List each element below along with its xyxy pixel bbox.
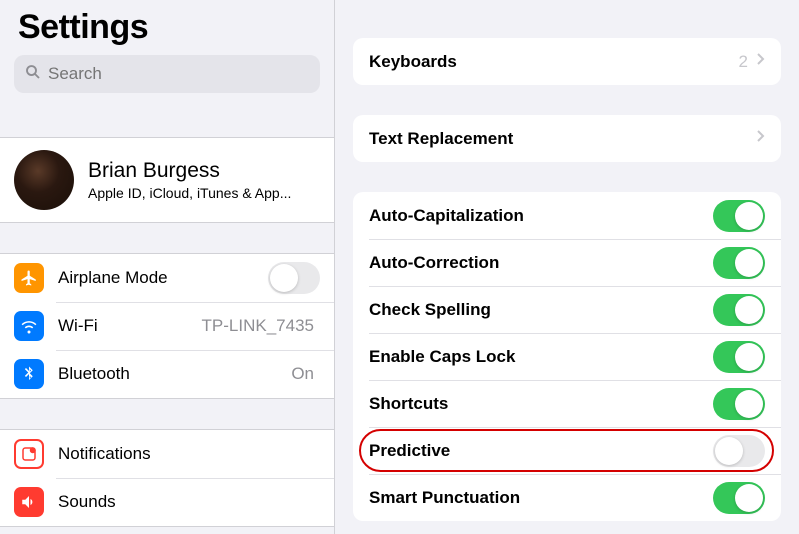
enable-caps-lock-label: Enable Caps Lock [369, 347, 713, 367]
keyboards-label: Keyboards [369, 52, 739, 72]
enable-caps-lock-row[interactable]: Enable Caps Lock [353, 333, 781, 380]
shortcuts-label: Shortcuts [369, 394, 713, 414]
text-replacement-label: Text Replacement [369, 129, 756, 149]
check-spelling-label: Check Spelling [369, 300, 713, 320]
airplane-icon [14, 263, 44, 293]
apple-id-name: Brian Burgess [88, 159, 320, 183]
auto-capitalization-row[interactable]: Auto-Capitalization [353, 192, 781, 239]
check-spelling-toggle[interactable] [713, 294, 765, 326]
notifications-icon [14, 439, 44, 469]
bluetooth-row[interactable]: Bluetooth On [0, 350, 334, 398]
chevron-right-icon [756, 52, 765, 71]
bluetooth-label: Bluetooth [58, 364, 291, 384]
sounds-row[interactable]: Sounds [0, 478, 334, 526]
main-panel: Keyboards 2 Text Replacement Auto-Capita… [335, 0, 799, 534]
smart-punctuation-label: Smart Punctuation [369, 488, 713, 508]
wifi-value: TP-LINK_7435 [202, 316, 314, 336]
chevron-right-icon [756, 129, 765, 148]
connectivity-group: Airplane Mode Wi-Fi TP-LINK_7435 Bluetoo… [0, 253, 334, 399]
apple-id-group: Brian Burgess Apple ID, iCloud, iTunes &… [0, 137, 334, 223]
smart-punctuation-row[interactable]: Smart Punctuation [353, 474, 781, 521]
apple-id-subtitle: Apple ID, iCloud, iTunes & App... [88, 185, 320, 201]
avatar [14, 150, 74, 210]
wifi-label: Wi-Fi [58, 316, 202, 336]
search-icon [24, 63, 42, 86]
keyboards-group: Keyboards 2 [353, 38, 781, 85]
wifi-row[interactable]: Wi-Fi TP-LINK_7435 [0, 302, 334, 350]
keyboards-count: 2 [739, 52, 748, 72]
enable-caps-lock-toggle[interactable] [713, 341, 765, 373]
airplane-mode-toggle[interactable] [268, 262, 320, 294]
shortcuts-row[interactable]: Shortcuts [353, 380, 781, 427]
keyboards-row[interactable]: Keyboards 2 [353, 38, 781, 85]
predictive-label: Predictive [369, 441, 713, 461]
auto-correction-row[interactable]: Auto-Correction [353, 239, 781, 286]
check-spelling-row[interactable]: Check Spelling [353, 286, 781, 333]
keyboard-switches-group: Auto-Capitalization Auto-Correction Chec… [353, 192, 781, 521]
auto-capitalization-label: Auto-Capitalization [369, 206, 713, 226]
alerts-group: Notifications Sounds [0, 429, 334, 527]
settings-title: Settings [0, 0, 334, 55]
bluetooth-icon [14, 359, 44, 389]
notifications-row[interactable]: Notifications [0, 430, 334, 478]
smart-punctuation-toggle[interactable] [713, 482, 765, 514]
airplane-mode-row[interactable]: Airplane Mode [0, 254, 334, 302]
auto-capitalization-toggle[interactable] [713, 200, 765, 232]
predictive-toggle[interactable] [713, 435, 765, 467]
airplane-mode-label: Airplane Mode [58, 268, 268, 288]
search-field[interactable] [14, 55, 320, 93]
notifications-label: Notifications [58, 444, 320, 464]
sidebar: Settings Brian Burgess Apple ID, iCloud,… [0, 0, 335, 534]
auto-correction-toggle[interactable] [713, 247, 765, 279]
sounds-label: Sounds [58, 492, 320, 512]
text-replacement-row[interactable]: Text Replacement [353, 115, 781, 162]
bluetooth-value: On [291, 364, 314, 384]
auto-correction-label: Auto-Correction [369, 253, 713, 273]
wifi-icon [14, 311, 44, 341]
apple-id-row[interactable]: Brian Burgess Apple ID, iCloud, iTunes &… [0, 138, 334, 222]
shortcuts-toggle[interactable] [713, 388, 765, 420]
sounds-icon [14, 487, 44, 517]
text-replacement-group: Text Replacement [353, 115, 781, 162]
search-input[interactable] [48, 64, 310, 84]
predictive-row[interactable]: Predictive [353, 427, 781, 474]
